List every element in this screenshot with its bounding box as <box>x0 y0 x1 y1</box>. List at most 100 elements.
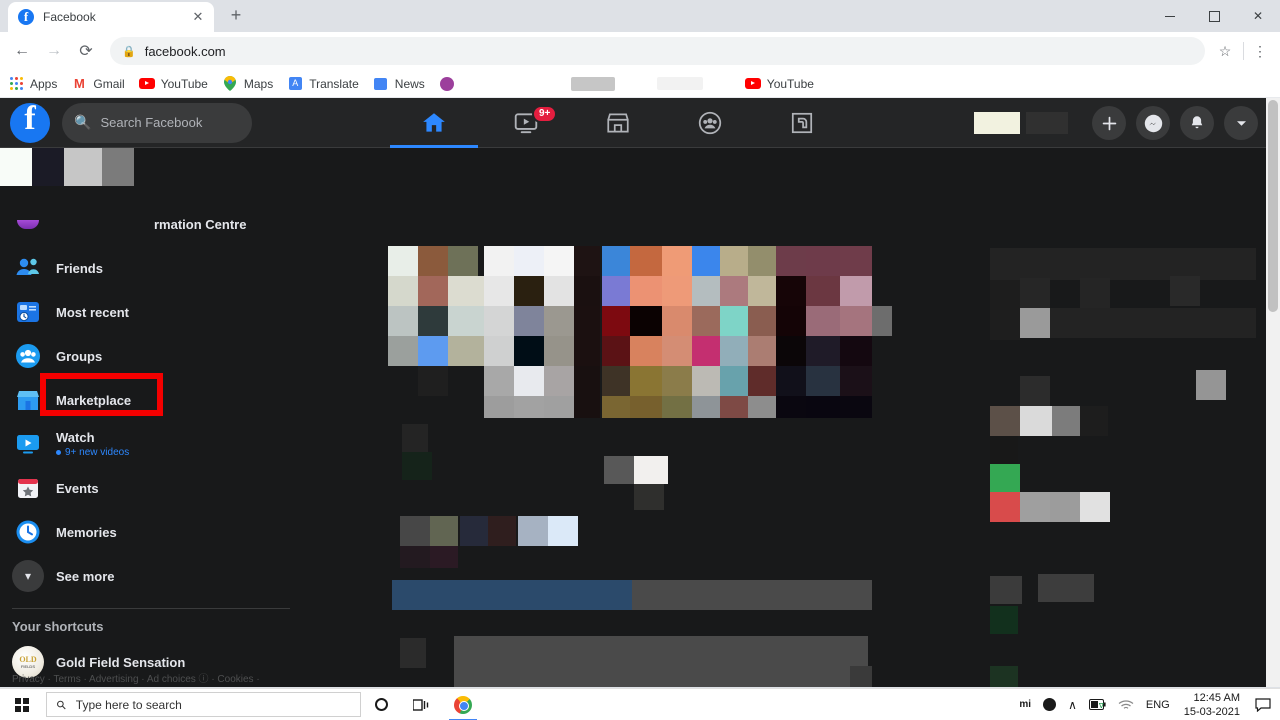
bookmark-youtube[interactable]: YouTube <box>138 73 208 95</box>
gaming-icon <box>791 112 813 134</box>
browser-menu-icon[interactable]: ⋮ <box>1248 37 1272 65</box>
sidebar-item-marketplace[interactable]: Marketplace <box>0 378 300 422</box>
memories-icon <box>12 516 44 548</box>
facebook-logo-letter: f <box>24 99 36 137</box>
facebook-page: f 🔍 Search Facebook 9+ rmation Centre Fr… <box>0 98 1280 687</box>
bookmark-label: YouTube <box>766 76 814 91</box>
bookmark-label: Maps <box>243 76 274 91</box>
plus-icon <box>1102 116 1116 130</box>
bookmark-news[interactable]: News <box>373 73 425 95</box>
notifications-button[interactable] <box>1180 106 1214 140</box>
search-icon: ⚲ <box>53 696 70 713</box>
sidebar-footer-links[interactable]: Privacy · Terms · Advertising · Ad choic… <box>12 670 260 685</box>
groups-people-icon <box>698 111 722 135</box>
watch-badge: 9+ <box>532 105 558 123</box>
sidebar-item-covid-info[interactable]: rmation Centre <box>0 202 300 246</box>
facebook-icon: f <box>18 9 34 25</box>
browser-tab-facebook[interactable]: f Facebook ✕ <box>8 2 214 32</box>
nav-tab-home[interactable] <box>388 98 480 148</box>
sidebar-item-label: See more <box>56 568 115 584</box>
mi-logo-icon[interactable]: mi <box>1013 699 1037 710</box>
back-icon[interactable]: ← <box>8 37 36 65</box>
translate-icon: A <box>287 76 303 92</box>
messenger-button[interactable] <box>1136 106 1170 140</box>
minimize-icon[interactable] <box>1148 0 1192 32</box>
new-videos-dot <box>56 450 61 455</box>
windows-start-icon[interactable] <box>0 697 44 712</box>
window-controls: ✕ <box>1148 0 1280 32</box>
sidebar-item-sublabel: 9+ new videos <box>56 447 129 458</box>
account-menu-button[interactable] <box>1224 106 1258 140</box>
shortcut-label: Gold Field Sensation <box>56 654 186 670</box>
sidebar-item-friends[interactable]: Friends <box>0 246 300 290</box>
search-placeholder: Search Facebook <box>100 115 203 130</box>
sidebar-item-label: Friends <box>56 260 103 276</box>
search-input[interactable]: 🔍 Search Facebook <box>62 102 252 143</box>
nav-tab-watch[interactable]: 9+ <box>480 98 572 148</box>
events-icon <box>12 472 44 504</box>
sidebar-item-memories[interactable]: Memories <box>0 510 300 554</box>
cortana-circle-icon[interactable] <box>361 689 401 720</box>
bell-icon <box>1191 116 1203 129</box>
sidebar-item-label: Events <box>56 480 99 496</box>
taskbar-search-input[interactable]: ⚲ Type here to search <box>46 692 361 717</box>
redacted-profile-name[interactable] <box>974 112 1020 134</box>
maximize-icon[interactable] <box>1192 0 1236 32</box>
scrollbar-thumb[interactable] <box>1268 100 1278 312</box>
task-view-icon[interactable] <box>401 689 441 720</box>
language-indicator[interactable]: ENG <box>1140 699 1176 711</box>
taskbar-search-placeholder: Type here to search <box>75 697 182 712</box>
youtube-icon <box>138 76 155 92</box>
taskbar-chrome-icon[interactable] <box>441 689 485 720</box>
nav-tab-marketplace[interactable] <box>572 98 664 148</box>
address-bar[interactable]: 🔒 facebook.com <box>110 37 1205 65</box>
lock-icon: 🔒 <box>122 45 136 58</box>
sidebar-item-watch[interactable]: Watch 9+ new videos <box>0 422 300 466</box>
bookmark-gmail[interactable]: M Gmail <box>71 73 125 95</box>
bookmark-profile[interactable] <box>439 73 461 95</box>
action-center-icon[interactable] <box>1250 697 1276 712</box>
home-icon <box>423 113 445 132</box>
marketplace-shop-icon <box>607 113 629 133</box>
page-scrollbar[interactable] <box>1266 98 1280 687</box>
redacted-profile-name-2[interactable] <box>1026 112 1068 134</box>
nav-tab-groups[interactable] <box>664 98 756 148</box>
show-hidden-icons[interactable]: ∧ <box>1062 698 1083 712</box>
bookmark-youtube-2[interactable]: YouTube <box>744 73 814 95</box>
facebook-left-sidebar: rmation Centre Friends Most recent Group… <box>0 148 300 687</box>
bookmark-star-icon[interactable]: ☆ <box>1211 37 1239 65</box>
close-icon[interactable]: ✕ <box>190 9 206 25</box>
battery-icon[interactable]: ∇ <box>1083 699 1112 710</box>
bookmark-translate[interactable]: A Translate <box>287 73 359 95</box>
redacted-bookmark <box>570 76 615 91</box>
bookmark-maps[interactable]: Maps <box>222 73 273 95</box>
bookmark-apps[interactable]: Apps <box>8 73 57 95</box>
sidebar-divider <box>12 608 290 609</box>
facebook-logo-icon[interactable]: f <box>10 99 50 143</box>
sidebar-item-watch-text: Watch 9+ new videos <box>56 430 129 458</box>
reload-icon[interactable]: ⟳ <box>72 37 100 65</box>
sidebar-item-see-more[interactable]: ▾ See more <box>0 554 300 598</box>
nav-tab-gaming[interactable] <box>756 98 848 148</box>
close-icon[interactable]: ✕ <box>1236 0 1280 32</box>
toolbar-divider <box>1243 42 1244 60</box>
sidebar-item-most-recent[interactable]: Most recent <box>0 290 300 334</box>
facebook-main-nav: 9+ <box>388 98 848 148</box>
forward-icon[interactable]: → <box>40 37 68 65</box>
bookmark-redacted-2[interactable] <box>656 73 703 95</box>
sidebar-item-events[interactable]: Events <box>0 466 300 510</box>
sidebar-item-label: Marketplace <box>56 392 132 408</box>
chrome-browser-window: f Facebook ✕ + ✕ ← → ⟳ 🔒 facebook.com ☆ … <box>0 0 1280 688</box>
redacted-profile-row <box>0 148 300 186</box>
wifi-icon[interactable] <box>1112 699 1140 711</box>
taskbar-clock[interactable]: 12:45 AM 15-03-2021 <box>1176 691 1250 719</box>
system-tray: mi ∧ ∇ ENG 12:45 AM 15-03-2021 <box>1013 691 1280 719</box>
sidebar-item-groups[interactable]: Groups <box>0 334 300 378</box>
tab-title: Facebook <box>43 10 96 24</box>
new-tab-button[interactable]: + <box>222 2 250 30</box>
sidebar-item-label: Groups <box>56 348 103 364</box>
app-circle-icon[interactable] <box>1037 698 1062 711</box>
search-icon: 🔍 <box>74 114 92 130</box>
bookmark-redacted-1[interactable] <box>570 73 615 95</box>
create-button[interactable] <box>1092 106 1126 140</box>
